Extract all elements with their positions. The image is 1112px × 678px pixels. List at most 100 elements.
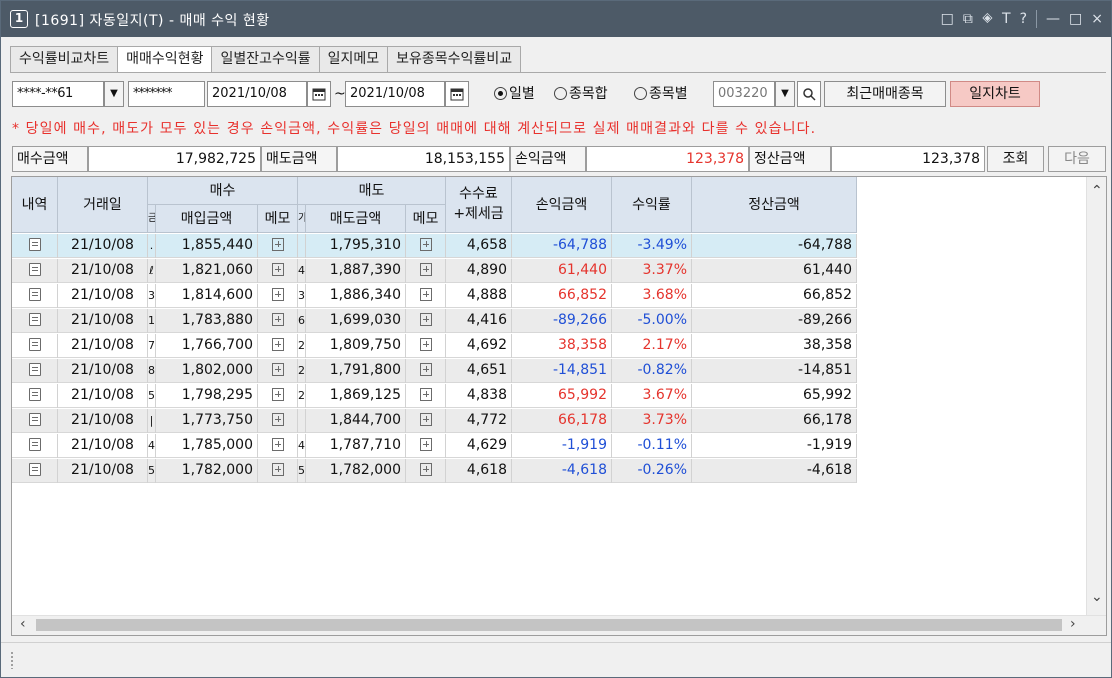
stock-code-dropdown-button[interactable]: ▼: [775, 81, 795, 107]
buy-memo-button[interactable]: [258, 259, 298, 283]
recent-traded-stocks-button[interactable]: 최근매매종목: [824, 81, 946, 107]
next-button[interactable]: 다음: [1048, 146, 1106, 172]
buy-amount-cell: 1,855,440: [156, 234, 258, 258]
detail-button[interactable]: [12, 384, 58, 408]
table-row[interactable]: 21/10/08 1 1,783,880 6 1,699,030 4,416 -89,266…: [12, 309, 857, 333]
header-sell-memo: 메모: [406, 205, 446, 233]
end-date-input[interactable]: 2021/10/08: [345, 81, 445, 107]
header-trade-date: 거래일: [58, 177, 148, 233]
sell-amount-cell: 1,869,125: [306, 384, 406, 408]
stock-code-input[interactable]: 003220: [713, 81, 775, 107]
buy-memo-button[interactable]: [258, 234, 298, 258]
return-rate-cell: -0.82%: [612, 359, 692, 383]
sell-memo-button[interactable]: [406, 284, 446, 308]
duplicate-window-icon[interactable]: ⧉: [963, 9, 973, 29]
memo-add-icon: [271, 313, 284, 326]
sell-hidden-cell: 4: [298, 259, 306, 283]
account-select[interactable]: ****-**61: [12, 81, 104, 107]
return-rate-cell: -0.26%: [612, 459, 692, 483]
profit-loss-cell: -89,266: [512, 309, 612, 333]
buy-memo-button[interactable]: [258, 284, 298, 308]
password-field[interactable]: *******: [128, 81, 205, 107]
tab-return-comparison-chart[interactable]: 수익률비교차트: [10, 46, 118, 73]
detail-button[interactable]: [12, 259, 58, 283]
table-row[interactable]: 21/10/08 ℓ 1,821,060 4 1,887,390 4,890 61,440 3…: [12, 259, 857, 283]
sell-amount-value: 18,153,155: [337, 146, 510, 172]
trade-date-cell: 21/10/08: [58, 309, 148, 333]
scroll-down-icon[interactable]: ⌄: [1091, 589, 1103, 605]
status-bar: [1, 642, 1111, 677]
sell-amount-cell: 1,795,310: [306, 234, 406, 258]
sell-memo-button[interactable]: [406, 409, 446, 433]
radio-stock-sum[interactable]: 종목합: [554, 81, 608, 107]
account-dropdown-button[interactable]: ▼: [104, 81, 124, 107]
buy-memo-button[interactable]: [258, 334, 298, 358]
header-sell-amount: 매도금액: [306, 205, 406, 233]
fee-tax-cell: 4,618: [446, 459, 512, 483]
tab-daily-balance-return[interactable]: 일별잔고수익률: [211, 46, 319, 73]
sell-memo-button[interactable]: [406, 309, 446, 333]
memo-add-icon: [271, 463, 284, 476]
vertical-scrollbar[interactable]: ⌃ ⌄: [1086, 177, 1106, 617]
table-row[interactable]: 21/10/08. 1,855,440 1,795,310 4,658 -64,788-…: [12, 234, 857, 258]
scroll-left-icon[interactable]: ‹: [20, 616, 26, 632]
settlement-cell: 38,358: [692, 334, 857, 358]
help-icon[interactable]: ?: [1020, 9, 1027, 29]
detail-button[interactable]: [12, 234, 58, 258]
detail-button[interactable]: [12, 284, 58, 308]
detail-button[interactable]: [12, 434, 58, 458]
minimize-icon[interactable]: —: [1046, 9, 1060, 29]
table-row[interactable]: 21/10/08 5 1,782,000 5 1,782,000 4,618 -4,618-…: [12, 459, 857, 483]
detail-button[interactable]: [12, 409, 58, 433]
restore-layout-icon[interactable]: □: [941, 9, 954, 29]
table-row[interactable]: 21/10/08 3 1,814,600 3 1,886,340 4,888 66,852 3…: [12, 284, 857, 308]
stock-search-button[interactable]: [797, 81, 821, 107]
resize-grip-icon[interactable]: [10, 651, 15, 669]
buy-hidden-cell: .: [148, 234, 156, 258]
return-rate-cell: 3.68%: [612, 284, 692, 308]
settlement-label: 정산금액: [749, 146, 831, 172]
buy-memo-button[interactable]: [258, 434, 298, 458]
sell-memo-button[interactable]: [406, 384, 446, 408]
query-button[interactable]: 조회: [987, 146, 1044, 172]
end-calendar-button[interactable]: [445, 81, 469, 107]
sell-memo-button[interactable]: [406, 259, 446, 283]
table-row[interactable]: 21/10/08 4 1,785,000 4 1,787,710 4,629 -1,919-…: [12, 434, 857, 458]
sell-memo-button[interactable]: [406, 359, 446, 383]
close-icon[interactable]: ×: [1091, 9, 1103, 29]
radio-by-stock[interactable]: 종목별: [634, 81, 688, 107]
scroll-up-icon[interactable]: ⌃: [1091, 183, 1103, 199]
font-size-icon[interactable]: T: [1002, 9, 1011, 29]
sell-memo-button[interactable]: [406, 334, 446, 358]
buy-memo-button[interactable]: [258, 459, 298, 483]
tab-journal-memo[interactable]: 일지메모: [318, 46, 388, 73]
journal-chart-button[interactable]: 일지차트: [950, 81, 1040, 107]
buy-memo-button[interactable]: [258, 409, 298, 433]
sell-memo-button[interactable]: [406, 234, 446, 258]
tab-holdings-return-comparison[interactable]: 보유종목수익률비교: [387, 46, 522, 73]
sell-memo-button[interactable]: [406, 434, 446, 458]
horizontal-scroll-thumb[interactable]: [36, 619, 1062, 631]
scroll-right-icon[interactable]: ›: [1070, 616, 1076, 632]
maximize-icon[interactable]: □: [1069, 9, 1082, 29]
start-date-input[interactable]: 2021/10/08: [207, 81, 307, 107]
table-row[interactable]: 21/10/08 5 1,798,295 2 1,869,125 4,838 65,992 3…: [12, 384, 857, 408]
detail-button[interactable]: [12, 334, 58, 358]
tab-trading-profit-status[interactable]: 매매수익현황: [117, 46, 212, 73]
buy-memo-button[interactable]: [258, 384, 298, 408]
radio-daily[interactable]: 일별: [494, 81, 535, 107]
pin-icon[interactable]: 🞛: [982, 9, 993, 29]
detail-button[interactable]: [12, 459, 58, 483]
detail-button[interactable]: [12, 359, 58, 383]
settlement-cell: 61,440: [692, 259, 857, 283]
table-row[interactable]: 21/10/08 8 1,802,000 2 1,791,800 4,651 -14,851…: [12, 359, 857, 383]
table-row[interactable]: 21/10/08 | 1,773,750 1,844,700 4,772 66,178 3.…: [12, 409, 857, 433]
sell-memo-button[interactable]: [406, 459, 446, 483]
return-rate-cell: -5.00%: [612, 309, 692, 333]
horizontal-scrollbar[interactable]: ‹ ›: [12, 615, 1106, 635]
detail-button[interactable]: [12, 309, 58, 333]
start-calendar-button[interactable]: [307, 81, 331, 107]
buy-memo-button[interactable]: [258, 359, 298, 383]
buy-memo-button[interactable]: [258, 309, 298, 333]
table-row[interactable]: 21/10/08 7 1,766,700 2 1,809,750 4,692 38,358 2…: [12, 334, 857, 358]
